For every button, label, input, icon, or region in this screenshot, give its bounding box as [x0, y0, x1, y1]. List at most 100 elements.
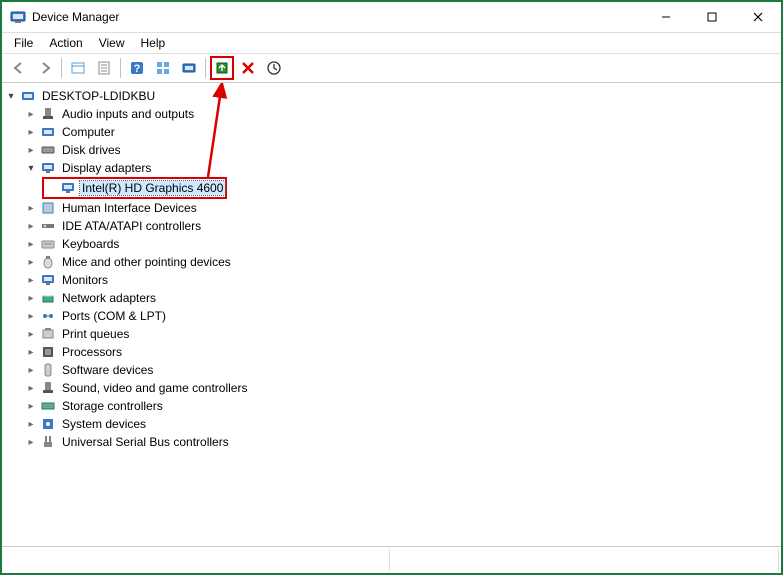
category-row[interactable]: ▸ Monitors — [24, 271, 779, 289]
category-row[interactable]: ▸ Audio inputs and outputs — [24, 105, 779, 123]
expand-icon[interactable]: ▸ — [24, 381, 38, 395]
category-row[interactable]: ▸ IDE ATA/ATAPI controllers — [24, 217, 779, 235]
expand-icon[interactable]: ▸ — [24, 327, 38, 341]
category-row[interactable]: ▸Keyboards — [24, 235, 779, 253]
category-row[interactable]: ▸ Mice and other pointing devices — [24, 253, 779, 271]
category-row[interactable]: ▸ Print queues — [24, 325, 779, 343]
category-row[interactable]: ▸ Ports (COM & LPT) — [24, 307, 779, 325]
expand-icon[interactable]: ▸ — [24, 219, 38, 233]
expand-icon[interactable]: ▸ — [24, 345, 38, 359]
category-label: Display adapters — [60, 161, 153, 175]
collapse-icon[interactable]: ▾ — [4, 89, 18, 103]
category-label: Storage controllers — [60, 399, 165, 413]
scan-hardware-button[interactable] — [177, 56, 201, 80]
grid-button[interactable] — [151, 56, 175, 80]
expand-icon[interactable]: ▸ — [24, 291, 38, 305]
expand-icon[interactable]: ▸ — [24, 143, 38, 157]
category-row[interactable]: ▸ Disk drives — [24, 141, 779, 159]
show-hidden-button[interactable] — [66, 56, 90, 80]
expand-icon[interactable]: ▸ — [24, 399, 38, 413]
category-row[interactable]: ▸ Processors — [24, 343, 779, 361]
device-row[interactable]: Intel(R) HD Graphics 4600 — [44, 179, 225, 197]
svg-text:?: ? — [134, 63, 141, 75]
update-driver-button[interactable] — [210, 56, 234, 80]
expand-icon[interactable]: ▸ — [24, 237, 38, 251]
expand-icon[interactable]: ▸ — [24, 309, 38, 323]
app-icon — [10, 9, 26, 25]
category-label: Processors — [60, 345, 124, 359]
tree-root-node[interactable]: ▾ DESKTOP-LDIDKBU — [4, 87, 779, 105]
menu-action[interactable]: Action — [41, 34, 90, 52]
help-button[interactable]: ? — [125, 56, 149, 80]
titlebar: Device Manager — [2, 2, 781, 33]
category-icon — [40, 124, 56, 140]
close-button[interactable] — [735, 2, 781, 32]
device-icon — [60, 180, 76, 196]
category-row[interactable]: ▾ Display adapters — [24, 159, 779, 177]
expand-icon[interactable]: ▸ — [24, 363, 38, 377]
category-icon — [40, 398, 56, 414]
category-icon — [40, 254, 56, 270]
category-icon — [40, 344, 56, 360]
category-icon — [40, 218, 56, 234]
expand-icon[interactable]: ▸ — [24, 417, 38, 431]
expand-icon[interactable]: ▾ — [24, 161, 38, 175]
category-row[interactable]: ▸ Software devices — [24, 361, 779, 379]
category-row[interactable]: ▸ Storage controllers — [24, 397, 779, 415]
category-label: Mice and other pointing devices — [60, 255, 233, 269]
expand-icon[interactable]: ▸ — [24, 125, 38, 139]
expand-icon[interactable]: ▸ — [24, 201, 38, 215]
status-cell — [394, 549, 780, 571]
statusbar — [2, 546, 781, 573]
category-row[interactable]: ▸ System devices — [24, 415, 779, 433]
category-label: Sound, video and game controllers — [60, 381, 249, 395]
device-label: Intel(R) HD Graphics 4600 — [80, 181, 225, 195]
expand-icon[interactable]: ▸ — [24, 273, 38, 287]
category-label: Network adapters — [60, 291, 158, 305]
menubar: File Action View Help — [2, 33, 781, 54]
category-icon — [40, 106, 56, 122]
maximize-button[interactable] — [689, 2, 735, 32]
category-label: Computer — [60, 125, 117, 139]
category-row[interactable]: ▸ Sound, video and game controllers — [24, 379, 779, 397]
window-title: Device Manager — [32, 10, 643, 24]
device-tree-pane[interactable]: ▾DESKTOP-LDIDKBU▸Audio inputs and output… — [2, 83, 781, 546]
category-icon — [40, 326, 56, 342]
forward-button[interactable] — [33, 56, 57, 80]
category-label: Print queues — [60, 327, 131, 341]
expand-icon[interactable]: ▸ — [24, 255, 38, 269]
category-label: Ports (COM & LPT) — [60, 309, 168, 323]
toolbar-separator — [205, 58, 206, 78]
category-row[interactable]: ▸Human Interface Devices — [24, 199, 779, 217]
back-button[interactable] — [7, 56, 31, 80]
menu-view[interactable]: View — [91, 34, 133, 52]
status-cell — [4, 549, 390, 571]
category-label: Audio inputs and outputs — [60, 107, 196, 121]
minimize-button[interactable] — [643, 2, 689, 32]
properties-button[interactable] — [92, 56, 116, 80]
category-icon — [40, 272, 56, 288]
window-controls — [643, 2, 781, 32]
category-row[interactable]: ▸Universal Serial Bus controllers — [24, 433, 779, 451]
category-label: System devices — [60, 417, 148, 431]
toolbar: ? — [2, 54, 781, 83]
expand-icon[interactable]: ▸ — [24, 107, 38, 121]
category-icon — [40, 200, 56, 216]
category-row[interactable]: ▸ Computer — [24, 123, 779, 141]
disable-device-button[interactable] — [262, 56, 286, 80]
category-label: Disk drives — [60, 143, 123, 157]
category-row[interactable]: ▸ Network adapters — [24, 289, 779, 307]
category-icon — [40, 434, 56, 450]
menu-file[interactable]: File — [6, 34, 41, 52]
menu-help[interactable]: Help — [133, 34, 174, 52]
category-label: Software devices — [60, 363, 155, 377]
root-label: DESKTOP-LDIDKBU — [40, 89, 157, 103]
category-icon — [40, 362, 56, 378]
category-icon — [40, 290, 56, 306]
category-label: Monitors — [60, 273, 110, 287]
expand-icon[interactable]: ▸ — [24, 435, 38, 449]
uninstall-device-button[interactable] — [236, 56, 260, 80]
category-icon — [40, 236, 56, 252]
toolbar-separator — [120, 58, 121, 78]
category-label: IDE ATA/ATAPI controllers — [60, 219, 203, 233]
